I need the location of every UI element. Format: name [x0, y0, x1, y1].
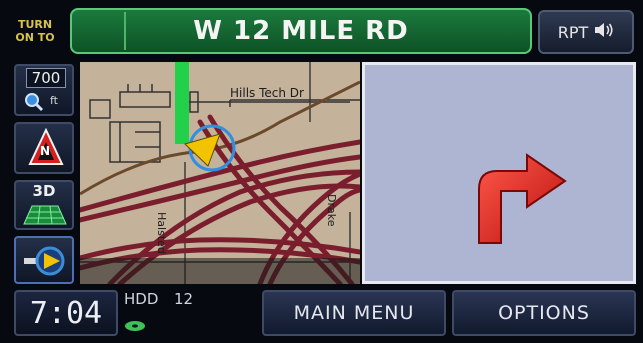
hdd-label: HDD — [124, 290, 159, 308]
map-street-label: Halsted — [155, 212, 168, 254]
turn-arrow-icon — [465, 149, 575, 249]
hdd-status: HDD 12 — [124, 290, 254, 336]
scale-unit: ft — [50, 94, 58, 107]
map-scale-button[interactable]: 700 ft — [14, 64, 74, 116]
repeat-label: RPT — [557, 22, 589, 42]
map-street-label: Drake — [325, 194, 338, 227]
north-label: N — [40, 144, 51, 158]
zoom-icon — [24, 92, 44, 116]
grid-3d-icon — [22, 204, 68, 230]
map-street-label: Hills Tech Dr — [230, 86, 304, 100]
disc-icon — [124, 318, 146, 336]
scale-value: 700 — [26, 68, 66, 88]
hdd-value: 12 — [174, 290, 194, 308]
options-button[interactable]: OPTIONS — [452, 290, 636, 336]
street-name-banner: W 12 MILE RD — [70, 8, 532, 54]
turn-label-line1: TURN — [17, 18, 53, 31]
3d-view-button[interactable]: 3D — [14, 180, 74, 230]
turn-guidance-panel — [362, 62, 636, 284]
street-name: W 12 MILE RD — [193, 16, 409, 46]
route-line — [175, 62, 189, 144]
north-up-button[interactable]: N — [14, 122, 74, 174]
turn-label-line2: ON TO — [15, 31, 55, 44]
repeat-button[interactable]: RPT — [538, 10, 634, 54]
main-menu-button[interactable]: MAIN MENU — [262, 290, 446, 336]
clock-display[interactable]: 7:04 — [14, 290, 118, 336]
navigation-map[interactable]: Hills Tech Dr Halsted Drake — [80, 62, 360, 284]
3d-label: 3D — [32, 182, 56, 200]
turn-on-to-label: TURN ON TO — [6, 8, 64, 54]
vehicle-position-icon — [22, 244, 68, 282]
speaker-icon — [594, 21, 614, 43]
current-position-button[interactable] — [14, 236, 74, 284]
